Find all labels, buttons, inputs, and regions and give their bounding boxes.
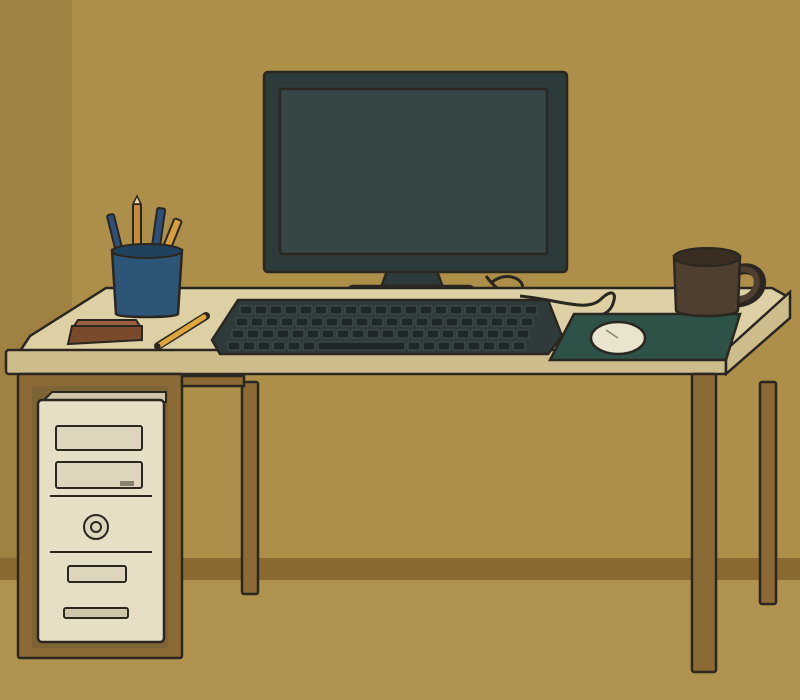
keyboard-key [449, 305, 463, 315]
keyboard-key [374, 305, 388, 315]
keyboard-key [317, 341, 406, 351]
keyboard-key [512, 341, 526, 351]
keyboard-key [505, 317, 519, 327]
keyboard-key [467, 341, 481, 351]
keyboard-key [272, 341, 286, 351]
keyboard-key [445, 317, 459, 327]
keyboard-key [456, 329, 470, 339]
keyboard-key [239, 305, 253, 315]
keyboard-key [509, 305, 523, 315]
keyboard-key [415, 317, 429, 327]
keyboard-key [497, 341, 511, 351]
keyboard-key [329, 305, 343, 315]
keyboard-key [486, 329, 500, 339]
keyboard-key [385, 317, 399, 327]
keyboard-key [404, 305, 418, 315]
keyboard-key [314, 305, 328, 315]
keyboard-key [306, 329, 320, 339]
keyboard-key [351, 329, 365, 339]
keyboard-key [344, 305, 358, 315]
keyboard-key [291, 329, 305, 339]
keyboard-key [464, 305, 478, 315]
keyboard-key [276, 329, 290, 339]
keyboard-key [430, 317, 444, 327]
eraser [66, 319, 143, 346]
keyboard-key [246, 329, 260, 339]
desk-right-front-leg [690, 372, 718, 674]
keyboard-key [284, 305, 298, 315]
keyboard-key [494, 305, 508, 315]
keyboard-key [231, 329, 245, 339]
keyboard-key [302, 341, 316, 351]
keyboard-key [389, 305, 403, 315]
keyboard-key [475, 317, 489, 327]
desk-scene [0, 0, 800, 700]
keyboard-key [265, 317, 279, 327]
drive-bay-1 [55, 425, 143, 451]
keyboard-key [366, 329, 380, 339]
keyboard-key [434, 305, 448, 315]
keyboard-key [411, 329, 425, 339]
keyboard-key [482, 341, 496, 351]
keyboard-key [340, 317, 354, 327]
keyboard-key [370, 317, 384, 327]
power-button [83, 514, 109, 540]
keyboard-key [321, 329, 335, 339]
keyboard-key [325, 317, 339, 327]
keyboard-key [254, 305, 268, 315]
keyboard-key [407, 341, 421, 351]
monitor-screen [278, 87, 549, 256]
keyboard-key [242, 341, 256, 351]
keyboard-key [250, 317, 264, 327]
keyboard-key [520, 317, 534, 327]
keyboard-key [419, 305, 433, 315]
mouse [589, 320, 647, 356]
keyboard-key [280, 317, 294, 327]
keyboard-key [400, 317, 414, 327]
keyboard-key [396, 329, 410, 339]
keyboard-key [299, 305, 313, 315]
keyboard-key [422, 341, 436, 351]
keyboard-key [355, 317, 369, 327]
keyboard-key [437, 341, 451, 351]
keyboard-key [295, 317, 309, 327]
keyboard-key [287, 341, 301, 351]
keyboard-key [452, 341, 466, 351]
keyboard-key [336, 329, 350, 339]
keyboard-key [460, 317, 474, 327]
keyboard-key [471, 329, 485, 339]
keyboard-key [235, 317, 249, 327]
keyboard-key [310, 317, 324, 327]
keyboard-key [441, 329, 455, 339]
keyboard-key [257, 341, 271, 351]
keyboard [210, 298, 564, 356]
computer-tower [36, 391, 167, 644]
keyboard-key [524, 305, 538, 315]
monitor [262, 70, 569, 304]
keyboard-key [479, 305, 493, 315]
keyboard-key [516, 329, 530, 339]
keyboard-key [426, 329, 440, 339]
keyboard-key [227, 341, 241, 351]
keyboard-key [269, 305, 283, 315]
keyboard-key [359, 305, 373, 315]
keyboard-key [381, 329, 395, 339]
keyboard-key [261, 329, 275, 339]
keyboard-key [490, 317, 504, 327]
keyboard-key [501, 329, 515, 339]
